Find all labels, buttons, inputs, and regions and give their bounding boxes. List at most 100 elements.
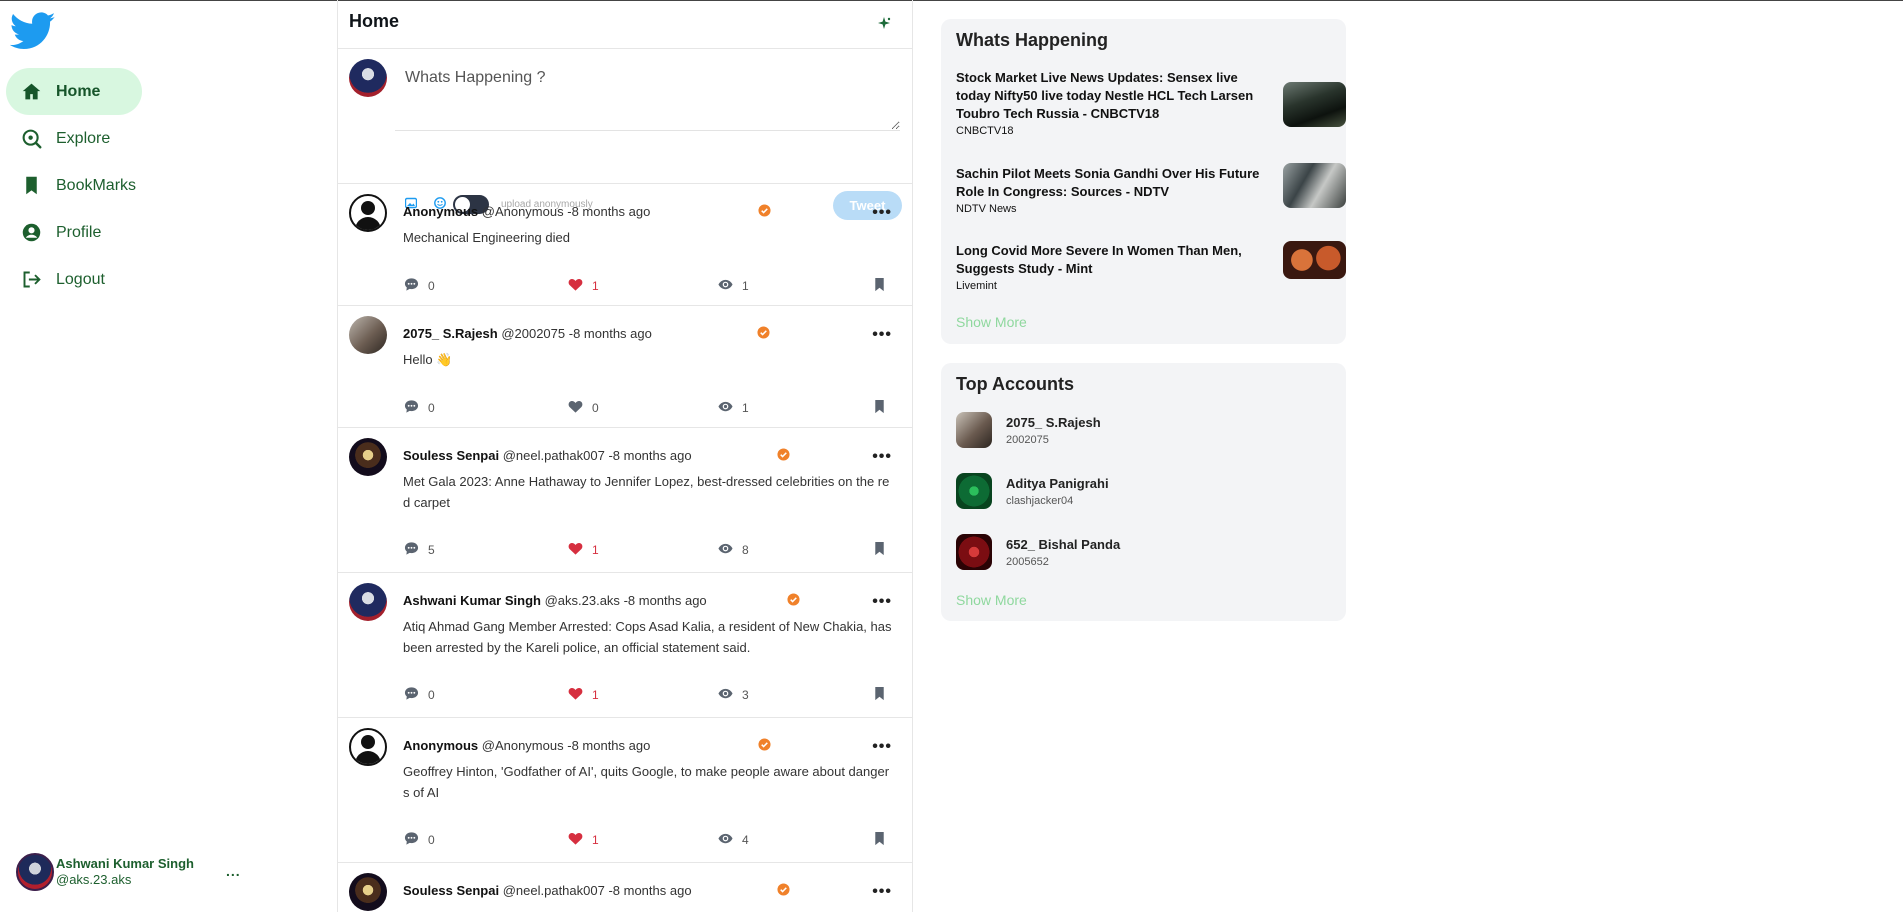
tweet-header: Ashwani Kumar Singh @aks.23.aks -8 month… [403,593,707,608]
more-options-button[interactable]: ••• [872,738,892,756]
account-handle: 2002075 [1006,433,1049,446]
author-name[interactable]: Anonymous [403,738,478,753]
comment-button[interactable]: 0 [404,686,435,704]
post-list: Anonymous @Anonymous -8 months ago ••• Me… [338,184,912,912]
bookmark-button[interactable] [872,686,896,704]
heart-icon [568,541,592,559]
tweet-post[interactable]: Souless Senpai @neel.pathak007 -8 months… [338,863,912,912]
avatar[interactable] [349,438,387,476]
tweet-header: Anonymous @Anonymous -8 months ago [403,204,650,219]
tweet-text: Met Gala 2023: Anne Hathaway to Jennifer… [403,474,890,510]
author-handle: @Anonymous [481,204,564,219]
account-name: 652_ Bishal Panda [1006,536,1121,552]
show-more-link[interactable]: Show More [956,592,1027,608]
author-name[interactable]: 2075_ S.Rajesh [403,326,498,341]
bookmark-button[interactable] [872,541,896,559]
like-button[interactable]: 1 [568,831,599,849]
view-count: 1 [742,401,749,415]
nav-item-bookmarks[interactable]: BookMarks [6,162,150,209]
comment-button[interactable]: 0 [404,277,435,295]
comment-count: 0 [428,688,435,702]
tweet-time: -8 months ago [567,738,651,753]
sparkle-icon[interactable] [876,16,892,32]
author-handle: @aks.23.aks [544,593,620,608]
eye-icon [718,541,742,559]
avatar [956,473,992,509]
like-button[interactable]: 1 [568,686,599,704]
nav-item-home[interactable]: Home [6,68,142,115]
news-source: CNBCTV18 [956,125,1014,137]
author-name[interactable]: Ashwani Kumar Singh [403,593,541,608]
like-count: 1 [592,279,599,293]
tweet-post[interactable]: 2075_ S.Rajesh @2002075 -8 months ago ••… [338,306,912,428]
comment-button[interactable]: 0 [404,399,435,417]
tweet-text: Mechanical Engineering died [403,230,570,245]
nav-label-explore: Explore [56,129,111,147]
heart-icon [568,686,592,704]
bookmark-icon [872,277,896,295]
bookmark-icon [872,541,896,559]
tweet-post[interactable]: Souless Senpai @neel.pathak007 -8 months… [338,428,912,573]
comment-icon [404,686,428,704]
like-button[interactable]: 1 [568,277,599,295]
view-count: 4 [742,833,749,847]
verified-icon [758,204,771,217]
tweet-post[interactable]: Ashwani Kumar Singh @aks.23.aks -8 month… [338,573,912,718]
verified-icon [758,738,771,751]
like-count: 1 [592,543,599,557]
explore-icon [20,128,42,150]
news-item[interactable]: Sachin Pilot Meets Sonia Gandhi Over His… [956,163,1346,215]
like-button[interactable]: 1 [568,541,599,559]
avatar[interactable] [349,873,387,911]
comment-button[interactable]: 5 [404,541,435,559]
tweet-post[interactable]: Anonymous @Anonymous -8 months ago ••• Me… [338,184,912,306]
tweet-input[interactable] [395,59,900,131]
nav-item-explore[interactable]: Explore [6,115,142,162]
twitter-logo-icon[interactable] [9,8,56,54]
tweet-time: -8 months ago [568,326,652,341]
author-handle: @2002075 [501,326,566,341]
comment-count: 5 [428,543,435,557]
avatar[interactable] [349,194,387,232]
account-item[interactable]: 2075_ S.Rajesh 2002075 [956,412,1101,448]
news-thumbnail [1283,241,1346,279]
comment-count: 0 [428,279,435,293]
tweet-time: -8 months ago [567,204,651,219]
more-options-button[interactable]: ••• [872,204,892,222]
author-name[interactable]: Souless Senpai [403,883,499,898]
account-item[interactable]: Aditya Panigrahi clashjacker04 [956,473,1109,509]
like-button[interactable]: 0 [568,399,599,417]
comment-icon [404,831,428,849]
show-more-link[interactable]: Show More [956,314,1027,330]
news-item[interactable]: Stock Market Live News Updates: Sensex l… [956,69,1346,137]
more-options-button[interactable]: ••• [872,326,892,344]
heart-icon [568,399,592,417]
verified-icon [777,448,790,461]
bookmark-button[interactable] [872,399,896,417]
like-count: 1 [592,688,599,702]
avatar[interactable] [349,728,387,766]
more-options-button[interactable]: ••• [872,883,892,901]
nav-label-home: Home [56,82,101,100]
tweet-post[interactable]: Anonymous @Anonymous -8 months ago ••• Ge… [338,718,912,863]
more-options-button[interactable]: ••• [872,593,892,611]
news-item[interactable]: Long Covid More Severe In Women Than Men… [956,241,1346,292]
author-name[interactable]: Anonymous [403,204,478,219]
current-user[interactable]: Ashwani Kumar Singh @aks.23.aks ... [16,853,240,891]
nav-item-profile[interactable]: Profile [6,209,142,256]
eye-icon [718,831,742,849]
account-item[interactable]: 652_ Bishal Panda 2005652 [956,534,1120,570]
avatar[interactable] [349,316,387,354]
verified-icon [787,593,800,606]
bookmark-button[interactable] [872,277,896,295]
more-options-button[interactable]: ••• [872,448,892,466]
author-handle: @neel.pathak007 [502,448,605,463]
nav-item-logout[interactable]: Logout [6,256,142,303]
user-more-button[interactable]: ... [226,863,241,879]
current-user-name: Ashwani Kumar Singh [56,856,194,871]
avatar[interactable] [349,583,387,621]
author-name[interactable]: Souless Senpai [403,448,499,463]
nav-label-bookmarks: BookMarks [56,176,137,194]
comment-button[interactable]: 0 [404,831,435,849]
bookmark-button[interactable] [872,831,896,849]
